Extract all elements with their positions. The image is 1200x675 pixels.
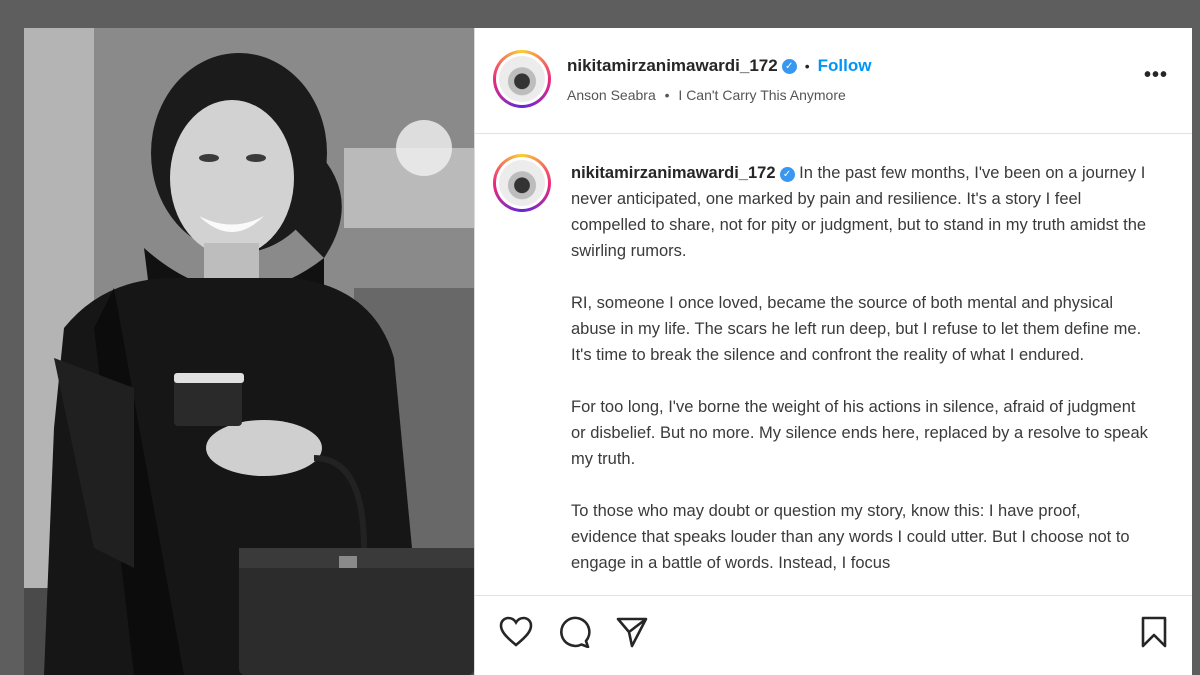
separator-dot: •	[804, 58, 810, 74]
audio-title[interactable]: I Can't Carry This Anymore	[678, 87, 845, 103]
post-modal: nikitamirzanimawardi_172 ✓ • Follow Anso…	[24, 28, 1192, 675]
caption-paragraph: To those who may doubt or question my st…	[571, 502, 1130, 572]
author-avatar[interactable]	[493, 50, 551, 108]
caption-area: nikitamirzanimawardi_172 ✓ In the past fe…	[475, 134, 1192, 595]
author-username[interactable]: nikitamirzanimawardi_172	[567, 56, 778, 76]
post-header: nikitamirzanimawardi_172 ✓ • Follow Anso…	[475, 28, 1192, 134]
heart-icon[interactable]	[499, 616, 533, 653]
action-bar	[475, 595, 1192, 675]
caption-text: nikitamirzanimawardi_172 ✓ In the past fe…	[571, 160, 1151, 595]
caption-username[interactable]: nikitamirzanimawardi_172	[571, 164, 776, 182]
bookmark-icon[interactable]	[1140, 616, 1168, 653]
audio-artist[interactable]: Anson Seabra	[567, 87, 656, 103]
audio-info[interactable]: Anson Seabra • I Can't Carry This Anymor…	[567, 87, 846, 103]
caption-paragraph: RI, someone I once loved, became the sou…	[571, 294, 1142, 364]
portrait-image	[24, 28, 474, 675]
caption-avatar[interactable]	[493, 154, 551, 212]
post-side-panel: nikitamirzanimawardi_172 ✓ • Follow Anso…	[474, 28, 1192, 675]
caption-paragraph: For too long, I've borne the weight of h…	[571, 398, 1148, 468]
post-photo	[24, 28, 474, 675]
audio-separator: •	[664, 87, 670, 103]
follow-button[interactable]: Follow	[818, 56, 872, 76]
caption-verified-icon: ✓	[779, 167, 795, 182]
more-options-icon[interactable]: •••	[1144, 64, 1168, 87]
share-icon[interactable]	[615, 616, 649, 653]
comment-icon[interactable]	[557, 616, 591, 653]
verified-badge-icon: ✓	[781, 58, 797, 74]
